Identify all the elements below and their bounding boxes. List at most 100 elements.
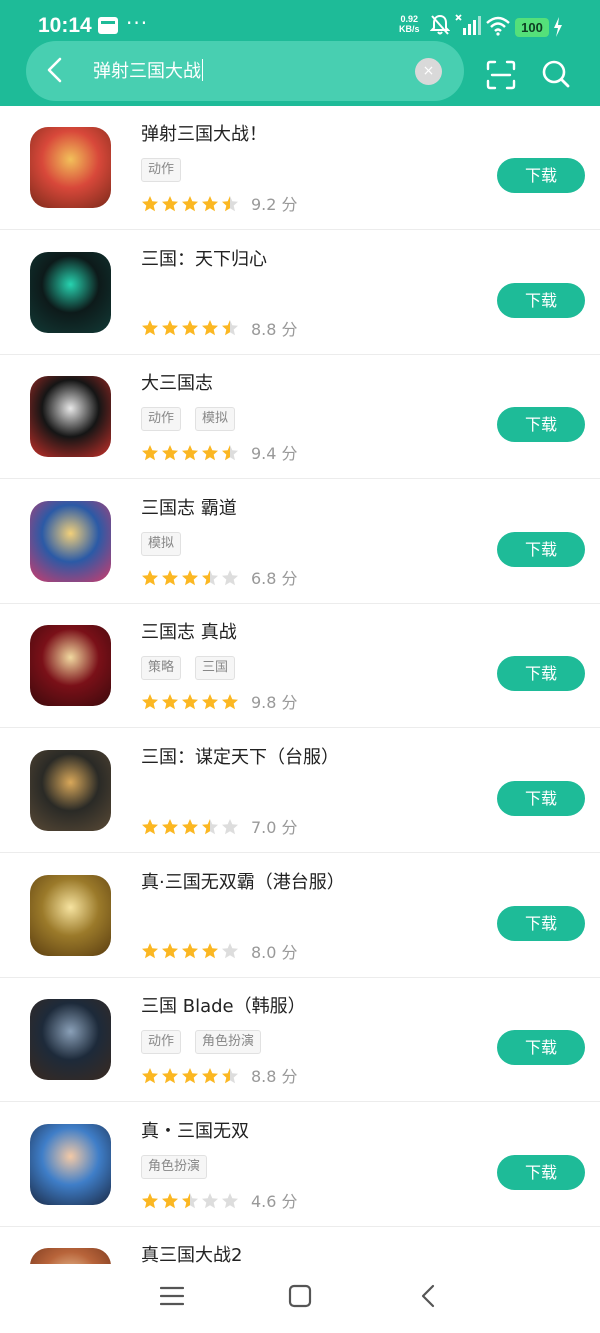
download-button[interactable]: 下载 — [497, 781, 585, 816]
app-rating: 8.8 分 — [141, 1063, 298, 1087]
star-icon — [182, 694, 198, 710]
category-tag: 动作 — [141, 1030, 182, 1055]
app-icon[interactable] — [30, 500, 111, 582]
header: 10:14 ··· 0.92 KB/s 100 弹射三国大战 × — [0, 0, 600, 106]
app-rating: 4.6 分 — [141, 1188, 298, 1211]
rating-score: 8.8 分 — [251, 316, 298, 340]
app-list-item[interactable]: 三国：天下归心 8.8 分 下载 — [0, 231, 600, 355]
category-tag: 模拟 — [195, 407, 236, 432]
star-icon — [142, 569, 158, 585]
download-button[interactable]: 下载 — [497, 905, 585, 941]
app-rating: 9.2 分 — [141, 191, 298, 214]
star-icon — [202, 1067, 218, 1084]
app-list-item[interactable]: 三国：谋定天下（台服） 7.0 分 下载 — [0, 729, 600, 853]
star-icon — [222, 195, 238, 212]
search-results-list[interactable]: 弹射三国大战！ 动作 9.2 分下载 三国：天下归心 8.8 分下载 大三国志 动作 模拟 9.… — [0, 106, 600, 1264]
app-icon[interactable] — [30, 750, 111, 831]
rating-score-unit: 分 — [276, 319, 298, 339]
app-icon[interactable] — [30, 1248, 111, 1264]
star-icon — [202, 1192, 218, 1208]
rating-score-unit: 分 — [276, 1067, 298, 1087]
star-rating — [141, 941, 241, 961]
download-button[interactable]: 下载 — [497, 656, 585, 692]
download-button[interactable]: 下载 — [497, 158, 585, 193]
rating-score: 7.0 分 — [251, 814, 298, 838]
star-icon — [222, 1192, 238, 1208]
app-list-item[interactable]: 真・三国无双 角色扮演 4.6 分 下载 — [0, 1103, 600, 1227]
app-name: 三国 Blade（韩服） — [141, 996, 306, 1018]
star-icon — [142, 1067, 158, 1084]
star-icon — [162, 569, 178, 585]
search-icon[interactable] — [541, 59, 571, 89]
app-list-item[interactable]: 三国志 真战 策略 三国 9.8 分下载 — [0, 604, 600, 729]
rating-score-unit: 分 — [276, 693, 298, 713]
rating-score-unit: 分 — [276, 444, 298, 464]
app-list-item[interactable]: 真三国大战2 — [0, 1227, 600, 1264]
app-tags: 策略 三国 — [141, 656, 249, 681]
star-icon — [182, 569, 198, 585]
search-input[interactable]: 弹射三国大战 — [93, 59, 203, 84]
star-rating — [141, 442, 241, 462]
rating-score: 6.8 分 — [251, 565, 298, 589]
app-rating: 8.8 分 — [141, 316, 298, 339]
category-tag: 策略 — [141, 656, 182, 681]
scan-icon[interactable] — [486, 60, 516, 90]
star-icon — [142, 444, 158, 461]
rating-score-value: 8.8 — [251, 1067, 277, 1087]
search-bar[interactable] — [26, 41, 464, 101]
status-bar: 10:14 ··· 0.92 KB/s 100 — [0, 0, 600, 40]
download-button[interactable]: 下载 — [497, 1030, 585, 1066]
app-tags: 动作 — [141, 158, 195, 182]
chevron-left-icon[interactable] — [40, 55, 70, 85]
rating-score-value: 9.4 — [251, 444, 277, 464]
clear-search-button[interactable]: × — [415, 58, 442, 85]
star-rating — [141, 318, 241, 338]
star-rating — [141, 567, 241, 587]
app-name: 三国：谋定天下（台服） — [141, 747, 339, 768]
star-icon — [162, 320, 178, 336]
app-icon[interactable] — [30, 251, 111, 333]
app-icon[interactable] — [30, 625, 111, 707]
app-name: 弹射三国大战！ — [141, 124, 267, 145]
charging-icon — [554, 17, 562, 37]
app-list-item[interactable]: 三国志 霸道 模拟 6.8 分 下载 — [0, 480, 600, 604]
star-rating — [141, 692, 241, 712]
star-icon — [162, 195, 178, 212]
download-button[interactable]: 下载 — [497, 407, 585, 443]
app-rating: 6.8 分 — [141, 565, 298, 588]
download-button[interactable]: 下载 — [497, 1154, 585, 1190]
app-list-item[interactable]: 三国 Blade（韩服） 动作 角色扮演 8.8 分 下载 — [0, 978, 600, 1103]
app-list-item[interactable]: 大三国志动作 模拟 9.4 分 下载 — [0, 355, 600, 480]
app-list-item[interactable]: 弹射三国大战！ 动作 9.2 分 下载 — [0, 106, 600, 230]
app-icon[interactable] — [30, 999, 111, 1081]
app-icon[interactable] — [30, 127, 111, 208]
category-tag: 动作 — [141, 158, 182, 182]
star-icon — [182, 1067, 198, 1084]
download-button[interactable]: 下载 — [497, 282, 585, 318]
star-icon — [182, 320, 198, 336]
app-list-item[interactable]: 真·三国无双霸（港台服） 8.0 分 下载 — [0, 854, 600, 978]
app-icon[interactable] — [30, 874, 111, 956]
rating-score-value: 7.0 — [251, 818, 277, 837]
star-rating — [141, 1065, 241, 1085]
star-icon — [162, 444, 178, 461]
app-icon[interactable] — [30, 1123, 111, 1205]
download-button[interactable]: 下载 — [497, 531, 585, 567]
star-icon — [202, 694, 218, 710]
more-notifications-icon: ··· — [126, 11, 149, 35]
category-tag: 动作 — [141, 407, 182, 432]
star-icon — [142, 818, 158, 835]
rating-score: 9.4 分 — [251, 440, 298, 464]
rating-score-value: 4.6 — [251, 1191, 277, 1211]
app-name: 大三国志 — [141, 373, 213, 395]
back-icon[interactable] — [418, 1284, 438, 1308]
home-icon[interactable] — [288, 1284, 312, 1308]
signal-icon — [455, 14, 481, 35]
app-icon[interactable] — [30, 376, 111, 458]
rating-score-unit: 分 — [276, 568, 298, 588]
star-icon — [222, 320, 238, 336]
star-icon — [162, 694, 178, 710]
app-rating: 9.4 分 — [141, 440, 298, 463]
app-name: 真三国大战2 — [141, 1245, 243, 1264]
menu-icon[interactable] — [160, 1284, 184, 1308]
